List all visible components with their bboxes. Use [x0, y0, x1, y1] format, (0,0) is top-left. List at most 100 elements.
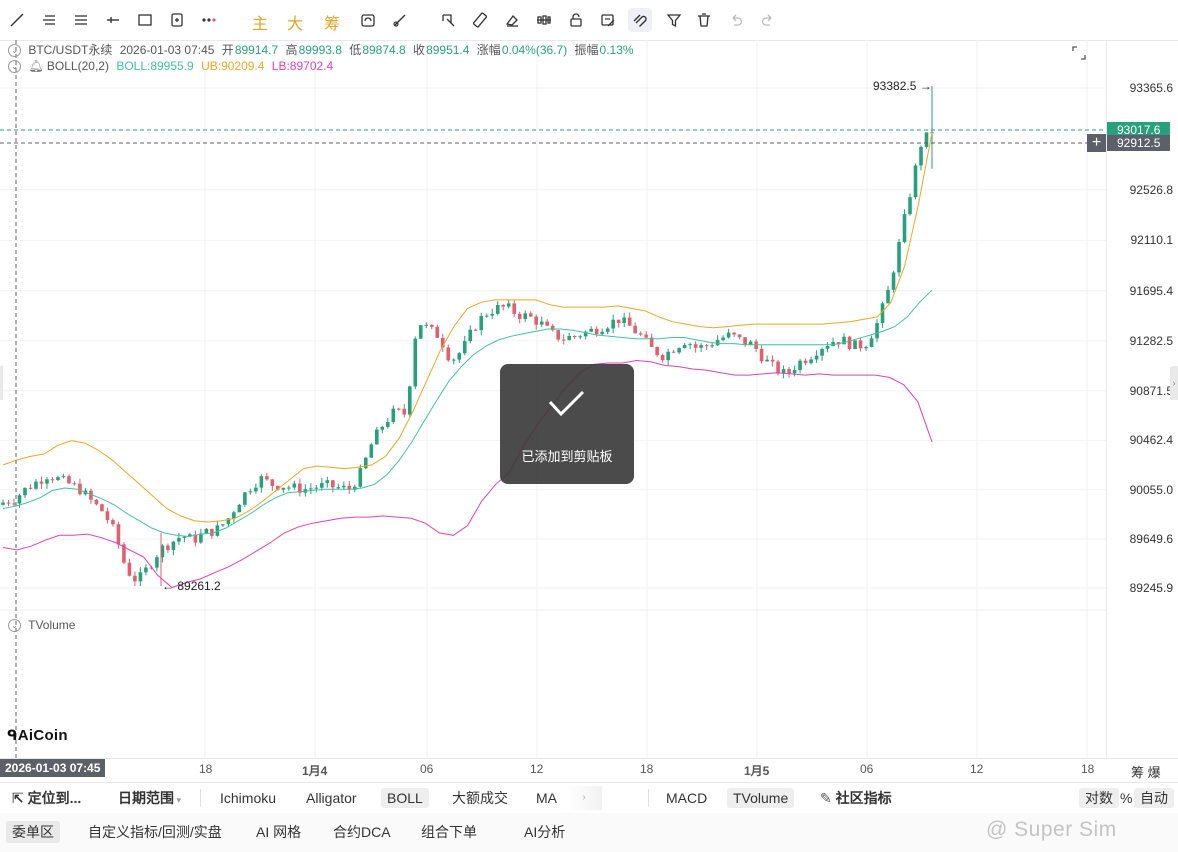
candle-body: [221, 524, 225, 526]
candle-body: [259, 476, 264, 488]
change-value: 0.04%(36.7): [501, 43, 568, 57]
main-chart[interactable]: ⌄ BTC/USDT永续 2026-01-03 07:45 开89914.7 高…: [0, 40, 1106, 758]
indicator-ma[interactable]: MA: [530, 788, 563, 808]
time-axis[interactable]: 2026-01-03 07:45 18 1月4 06 12 18 1月5 06 …: [0, 758, 1178, 783]
select-icon[interactable]: [436, 8, 460, 32]
left-collapse-handle[interactable]: [0, 366, 3, 400]
redo-icon[interactable]: [756, 8, 780, 32]
note-icon[interactable]: [596, 8, 620, 32]
candle-body: [759, 348, 764, 362]
tab-ai-grid[interactable]: AI 网格: [250, 821, 307, 843]
trash-icon[interactable]: [692, 8, 716, 32]
candle-body: [396, 408, 401, 410]
candle-body: [358, 468, 363, 487]
log-scale-button[interactable]: 对数: [1079, 788, 1119, 808]
indicator-ichimoku[interactable]: Ichimoku: [214, 788, 282, 808]
ruler-icon[interactable]: [468, 8, 492, 32]
divider: [648, 789, 649, 807]
undo-icon[interactable]: [724, 8, 748, 32]
chip-button[interactable]: 筹: [324, 10, 340, 34]
chevron-down-icon: ▾: [174, 795, 182, 805]
candle-body: [567, 336, 571, 341]
candle-body: [479, 315, 484, 331]
horizontal-lines-icon[interactable]: [37, 8, 61, 32]
candle-body: [660, 355, 665, 361]
indicator-large-trades[interactable]: 大额成交: [446, 788, 514, 808]
ray-icon[interactable]: [101, 8, 125, 32]
candle-body: [600, 331, 604, 335]
candle-body: [594, 328, 599, 335]
high-annotation-value: 93382.5: [873, 79, 917, 93]
candle-body: [710, 345, 714, 347]
measure-icon[interactable]: [165, 8, 189, 32]
price-tick-label: 91695.4: [1129, 283, 1173, 298]
locate-button[interactable]: ⇱ 定位到...: [6, 788, 87, 808]
candle-body: [424, 324, 429, 326]
candle-body: [342, 485, 346, 488]
scroll-right-icon[interactable]: ›: [566, 786, 602, 810]
candle-body: [539, 321, 544, 325]
date-range-button[interactable]: 日期范围 ▾: [112, 788, 187, 808]
volume-name: TVolume: [28, 618, 76, 632]
candle-body: [787, 369, 791, 374]
candle-body: [919, 146, 923, 166]
close-label: 收: [413, 43, 426, 57]
collapse-icon[interactable]: ⌄: [8, 44, 21, 58]
candle-body: [325, 480, 330, 484]
tab-custom-indicator[interactable]: 自定义指标/回测/实盘: [82, 821, 228, 843]
indicator-boll[interactable]: BOLL: [381, 788, 429, 808]
big-order-button[interactable]: 大: [287, 10, 303, 34]
bottom-tabs: 委单区 自定义指标/回测/实盘 AI 网格 合约DCA 组合下单 AI分析 @ …: [0, 813, 1178, 852]
subindicator-tvolume[interactable]: TVolume: [727, 788, 795, 808]
chip-burst-label[interactable]: 筹 爆: [1131, 762, 1161, 781]
high-value: 89993.8: [298, 43, 342, 57]
candle-body: [232, 512, 236, 519]
candle-body: [732, 332, 736, 335]
symbol-label: BTC/USDT永续: [28, 43, 113, 57]
candle-body: [39, 481, 44, 484]
collapse-icon[interactable]: ⌄: [8, 60, 21, 74]
candle-body: [847, 336, 852, 350]
candle-body: [803, 360, 808, 364]
indicator-alligator[interactable]: Alligator: [300, 788, 363, 808]
time-label: 1月5: [744, 764, 770, 778]
tab-order-area[interactable]: 委单区: [6, 821, 60, 843]
subindicator-macd[interactable]: MACD: [660, 788, 713, 808]
high-annotation: 93382.5 →: [873, 79, 932, 93]
tab-ai-analysis[interactable]: AI分析: [518, 821, 571, 843]
candle-body: [204, 528, 209, 534]
expand-icon[interactable]: [1071, 45, 1087, 61]
filter-icon[interactable]: [662, 8, 686, 32]
tab-contract-dca[interactable]: 合约DCA: [327, 821, 397, 843]
eraser-icon[interactable]: [500, 8, 524, 32]
rectangle-icon[interactable]: [133, 8, 157, 32]
candle-body: [528, 313, 533, 317]
pattern-icon[interactable]: [532, 8, 556, 32]
bell-icon[interactable]: 🔔︎: [28, 59, 43, 73]
candle-body: [556, 330, 561, 340]
candle-body: [50, 479, 55, 481]
parallel-lines-icon[interactable]: [69, 8, 93, 32]
more-icon[interactable]: [197, 8, 221, 32]
candle-body: [446, 347, 451, 361]
candle-body: [726, 332, 731, 338]
candle-body: [17, 495, 22, 504]
candle-body: [380, 426, 385, 430]
auto-scale-button[interactable]: 自动: [1134, 788, 1174, 808]
main-force-button[interactable]: 主: [252, 10, 268, 34]
price-tick-label: 90462.4: [1129, 433, 1173, 448]
add-crosshair-icon[interactable]: +: [1087, 134, 1106, 152]
sync-icon[interactable]: [356, 8, 380, 32]
trend-line-icon[interactable]: [5, 8, 29, 32]
tab-combo-order[interactable]: 组合下单: [415, 821, 483, 843]
boll-legend: ⌄ 🔔︎ BOLL(20,2) BOLL:89955.9 UB:90209.4 …: [8, 59, 337, 74]
candle-body: [506, 303, 511, 307]
time-label: 18: [640, 762, 654, 776]
brush-icon[interactable]: [388, 8, 412, 32]
candle-body: [281, 487, 286, 490]
collapse-icon[interactable]: ⌄: [8, 619, 21, 633]
right-collapse-handle[interactable]: ›: [1170, 366, 1178, 400]
community-indicators-button[interactable]: ✎ 社区指标: [814, 788, 898, 808]
magnet-icon[interactable]: [628, 8, 652, 32]
lock-icon[interactable]: [564, 8, 588, 32]
